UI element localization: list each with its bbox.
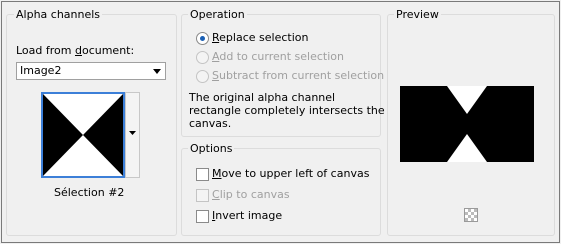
bowtie-image	[43, 94, 123, 176]
document-select-value: Image2	[20, 64, 62, 77]
bowtie-preview-image	[400, 86, 534, 162]
radio-dot-icon	[200, 36, 205, 41]
triangle-down-icon	[129, 131, 136, 135]
move-to-upper-left-checkbox[interactable]	[196, 168, 209, 181]
operation-message-line-3: canvas.	[189, 117, 232, 130]
add-to-selection-radio[interactable]	[196, 51, 209, 64]
thumbnail-dropdown-button[interactable]	[125, 92, 140, 178]
chevron-down-icon	[149, 63, 165, 79]
selection-name-label: Sélection #2	[54, 186, 125, 199]
subtract-from-selection-label[interactable]: Subtract from current selection	[212, 69, 384, 82]
clip-to-canvas-label[interactable]: Clip to canvas	[212, 188, 290, 201]
subtract-from-selection-radio[interactable]	[196, 70, 209, 83]
replace-selection-label[interactable]: Replace selection	[212, 31, 308, 44]
options-title: Options	[188, 142, 235, 155]
operation-message-line-2: rectangle completely intersects the	[189, 104, 385, 117]
preview-image	[400, 86, 534, 162]
invert-image-label[interactable]: Invert image	[212, 209, 282, 222]
replace-selection-radio[interactable]	[196, 32, 209, 45]
selection-thumbnail[interactable]	[41, 92, 125, 178]
load-from-document-label: Load from document:	[16, 44, 135, 57]
invert-image-checkbox[interactable]	[196, 210, 209, 223]
alpha-channels-title: Alpha channels	[14, 8, 103, 21]
operation-title: Operation	[188, 8, 247, 21]
operation-message-line-1: The original alpha channel	[189, 91, 336, 104]
add-to-selection-label[interactable]: Add to current selection	[212, 50, 344, 63]
transparency-toggle-icon[interactable]	[464, 208, 478, 222]
preview-title: Preview	[394, 8, 441, 21]
move-to-upper-left-label[interactable]: Move to upper left of canvas	[212, 167, 369, 180]
clip-to-canvas-checkbox[interactable]	[196, 189, 209, 202]
document-select[interactable]: Image2	[16, 62, 166, 80]
